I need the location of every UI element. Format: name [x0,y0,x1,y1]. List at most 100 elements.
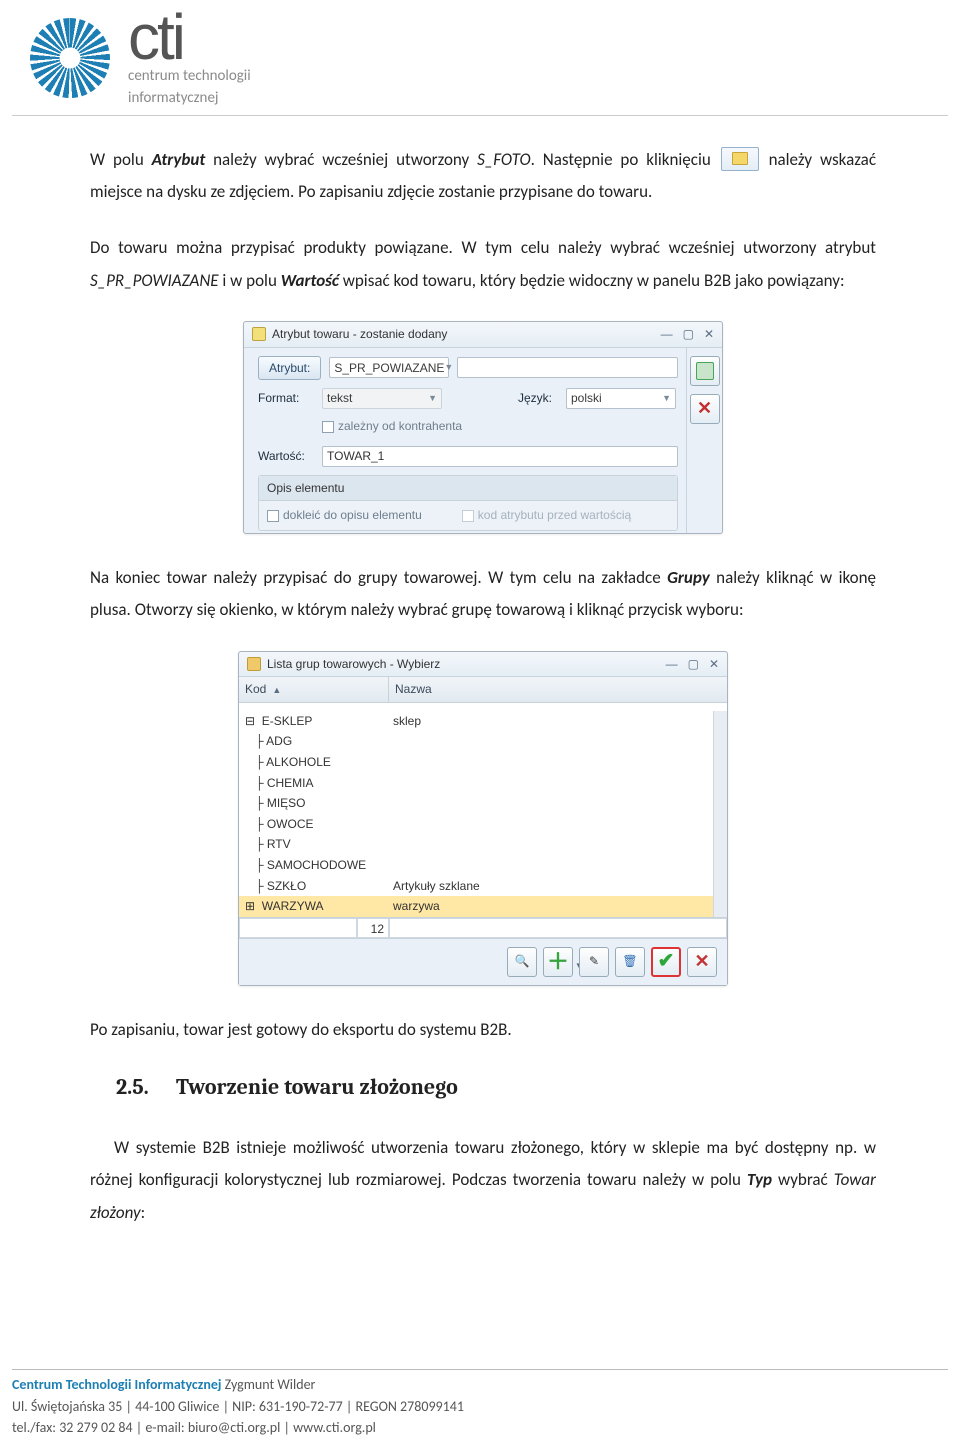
section-num: 2.5. [116,1070,176,1104]
atrybut-button[interactable]: Atrybut: [258,356,321,381]
titlebar: Lista grup towarowych - Wybierz — ▢ ✕ [239,652,727,678]
paragraph-4: Po zapisaniu, towar jest gotowy do ekspo… [90,1014,876,1046]
sort-asc-icon: ▲ [272,685,281,695]
t: Typ [747,1169,772,1190]
atrybut-combo[interactable]: S_PR_POWIAZANE▼ [329,357,449,378]
opis-elementu-panel: Opis elementu dokleić do opisu elementu … [258,475,678,531]
cancel-button[interactable]: ✕ [690,394,720,424]
chevron-down-icon: ▼ [662,392,671,406]
kontrahent-checkbox[interactable]: zależny od kontrahenta [322,417,462,436]
cell-nazwa: Artykuły szklane [389,876,727,897]
cell-nazwa [389,814,727,835]
chk-label: zależny od kontrahenta [338,417,462,436]
filter-nazwa[interactable] [389,918,727,938]
jezyk-combo[interactable]: polski ▼ [566,388,676,409]
select-button[interactable]: ✔ [651,947,681,977]
combo-value: S_PR_POWIAZANE [334,359,444,378]
folder-browse-icon [721,147,759,171]
minimize-icon[interactable]: — [661,325,673,344]
check-icon: ✔ [658,946,675,977]
edit-button[interactable]: ✎ [579,947,609,977]
col-kod[interactable]: Kod▲ [239,677,389,702]
list-item[interactable]: ├ CHEMIA [239,773,727,794]
scrollbar[interactable] [713,711,727,917]
input-value: TOWAR_1 [327,449,384,463]
view-button[interactable]: 🔍 [507,947,537,977]
list-item[interactable]: ├ ALKOHOLE [239,752,727,773]
list-item[interactable]: ├ SAMOCHODOWE [239,855,727,876]
cell-kod: ├ MIĘSO [239,793,389,814]
column-headers: Kod▲ Nazwa [239,677,727,703]
t: . Następnie po kliknięciu [531,149,719,170]
list-item[interactable]: ├ SZKŁOArtykuły szklane [239,876,727,897]
window-title: Atrybut towaru - zostanie dodany [272,325,447,344]
maximize-icon[interactable]: ▢ [683,325,694,344]
window-title: Lista grup towarowych - Wybierz [267,655,440,674]
list-item[interactable]: ⊟ E-SKLEPsklep [239,711,727,732]
logo-mark-icon [30,18,110,98]
list-item[interactable]: ├ OWOCE [239,814,727,835]
window-icon [247,657,261,671]
tree-list[interactable]: ⊟ E-SKLEPsklep ├ ADG ├ ALKOHOLE ├ CHEMIA… [239,711,727,918]
page-footer: Centrum Technologii Informatycznej Zygmu… [12,1369,948,1439]
plus-icon: ＋ [547,945,569,979]
window-controls: — ▢ ✕ [666,655,719,674]
t: Do towaru można przypisać produkty powią… [90,237,876,258]
close-icon[interactable]: ✕ [704,325,714,344]
list-item[interactable]: ├ RTV [239,834,727,855]
maximize-icon[interactable]: ▢ [688,655,699,674]
list-item[interactable]: ⊞ WARZYWAwarzywa [239,896,727,917]
filter-row: 12 [239,918,727,939]
chk-label: dokleić do opisu elementu [283,506,422,525]
t: i w polu [219,270,281,291]
cell-nazwa [389,855,727,876]
dokleic-checkbox[interactable]: dokleić do opisu elementu [267,506,422,525]
titlebar: Atrybut towaru - zostanie dodany — ▢ ✕ [244,322,722,348]
cell-kod: ├ CHEMIA [239,773,389,794]
t: wpisać kod towaru, który będzie widoczny… [339,270,845,291]
footer-brand: Centrum Technologii Informatycznej [12,1376,225,1393]
window-icon [252,327,266,341]
paragraph-2: Do towaru można przypisać produkty powią… [90,232,876,297]
row-count: 12 [357,918,389,938]
t: W polu [90,149,152,170]
trash-icon: 🗑 [622,952,637,971]
wartosc-label: Wartość: [258,447,314,466]
t: Na koniec towar należy przypisać do grup… [90,567,667,588]
atrybut-extra-input[interactable] [457,357,678,378]
chevron-down-icon: ▼ [444,361,453,375]
content: W polu Atrybut należy wybrać wcześniej u… [12,144,948,1229]
jezyk-label: Język: [518,389,558,408]
footer-line2: Ul. Świętojańska 35 | 44-100 Gliwice | N… [12,1396,948,1418]
format-combo[interactable]: tekst▼ [322,388,442,409]
col-nazwa[interactable]: Nazwa [389,677,727,702]
close-icon[interactable]: ✕ [709,655,719,674]
section-title: Tworzenie towaru złożonego [176,1074,458,1100]
wartosc-input[interactable]: TOWAR_1 [322,446,678,467]
screenshot-attribute-dialog: Atrybut towaru - zostanie dodany — ▢ ✕ A… [243,321,723,534]
save-button[interactable] [690,356,720,386]
close-button[interactable]: ✕ [687,947,717,977]
cell-nazwa [389,773,727,794]
combo-value: polski [571,389,602,408]
cell-kod: ├ SZKŁO [239,876,389,897]
cell-nazwa [389,731,727,752]
filter-kod[interactable] [239,918,357,938]
logo: cti centrum technologii informatycznej [30,10,944,107]
cell-kod: ├ OWOCE [239,814,389,835]
paragraph-5: W systemie B2B istnieje możliwość utworz… [90,1132,876,1229]
list-item[interactable]: ├ MIĘSO [239,793,727,814]
delete-button[interactable]: 🗑 [615,947,645,977]
cell-nazwa: sklep [389,711,727,732]
toolbar: 🔍 ＋▾ ✎ 🗑 ✔ ✕ [239,939,727,985]
paragraph-3: Na koniec towar należy przypisać do grup… [90,562,876,627]
combo-value: tekst [327,389,352,408]
cell-kod: ⊟ E-SKLEP [239,711,389,732]
add-button[interactable]: ＋▾ [543,947,573,977]
t: Atrybut [152,149,206,170]
page-header: cti centrum technologii informatycznej [12,6,948,116]
list-item[interactable]: ├ ADG [239,731,727,752]
t: S_PR_POWIAZANE [90,270,219,291]
minimize-icon[interactable]: — [666,655,678,674]
footer-owner: Zygmunt Wilder [225,1376,316,1393]
